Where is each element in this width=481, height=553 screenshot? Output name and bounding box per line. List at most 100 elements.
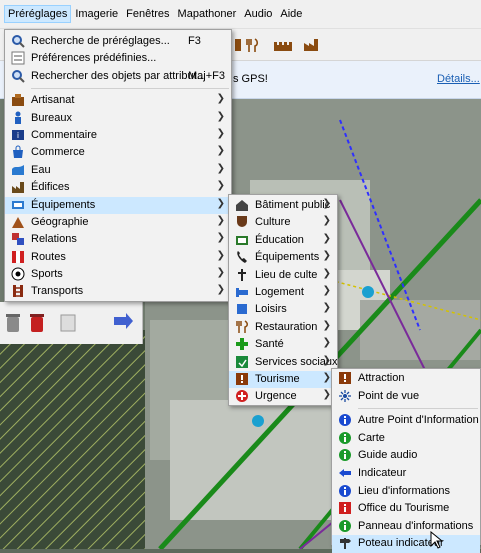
- menu-item-accommodation[interactable]: Logement ❯: [229, 284, 337, 301]
- details-link[interactable]: Détails...: [437, 73, 480, 85]
- accommodation-icon: [235, 285, 249, 299]
- menu-presets[interactable]: Préréglages: [4, 5, 72, 23]
- factory-icon[interactable]: [300, 33, 324, 57]
- public-building-icon: [235, 198, 249, 212]
- education-icon: [235, 233, 249, 247]
- leisure-icon: [235, 302, 249, 316]
- menu-item-craft[interactable]: Artisanat ❯: [5, 92, 231, 109]
- castle-icon[interactable]: [270, 33, 294, 57]
- indicator-icon: [338, 466, 352, 480]
- viewpoint-icon: [338, 389, 352, 403]
- menu-item-transport[interactable]: Transports ❯: [5, 283, 231, 300]
- menu-item-preset-preferences[interactable]: Préférences prédéfinies...: [5, 50, 231, 67]
- menu-item-facilities[interactable]: Équipements ❯: [5, 196, 231, 214]
- menu-item-social-services[interactable]: Services sociaux ❯: [229, 354, 338, 371]
- menu-item-facilities-sub[interactable]: Équipements ❯: [229, 249, 337, 266]
- menu-item-sports[interactable]: Sports ❯: [5, 266, 231, 283]
- presets-menu: Recherche de préréglages... F3 Préférenc…: [4, 29, 232, 302]
- audio-guide-icon: [338, 448, 352, 462]
- facilities-icon: [11, 198, 25, 212]
- telephone-icon: [235, 250, 249, 264]
- menu-item-water[interactable]: Eau ❯: [5, 162, 231, 179]
- restaurant-icon[interactable]: [240, 33, 264, 57]
- attraction-icon: [338, 371, 352, 385]
- menu-item-relations[interactable]: Relations ❯: [5, 231, 231, 248]
- menu-item-geography[interactable]: Géographie ❯: [5, 214, 231, 231]
- menu-item-preset-search[interactable]: Recherche de préréglages... F3: [5, 33, 231, 50]
- menu-item-audio-guide[interactable]: Guide audio: [332, 447, 480, 465]
- menu-item-offices[interactable]: Bureaux ❯: [5, 110, 231, 127]
- menu-item-search-by-attribute[interactable]: Rechercher des objets par attribut... Ma…: [5, 68, 231, 85]
- preferences-icon: [11, 51, 25, 65]
- menu-item-buildings[interactable]: Édifices ❯: [5, 179, 231, 196]
- relations-icon: [11, 232, 25, 246]
- building-icon: [11, 180, 25, 194]
- notification-message: s GPS!: [233, 73, 268, 85]
- arrow-right-icon[interactable]: [112, 312, 136, 334]
- map-node-icon[interactable]: [252, 415, 264, 427]
- menu-item-guidepost[interactable]: Poteau indicateur: [332, 535, 480, 553]
- delete-red-icon[interactable]: [27, 312, 49, 334]
- menu-item-info-place[interactable]: Lieu d'informations: [332, 483, 480, 501]
- menu-item-public-building[interactable]: Bâtiment public ❯: [229, 197, 337, 214]
- trash-icon[interactable]: [3, 312, 25, 334]
- menu-separator: [31, 88, 229, 90]
- menu-item-map[interactable]: Carte: [332, 430, 480, 448]
- map-board-icon: [338, 431, 352, 445]
- roads-icon: [11, 250, 25, 264]
- mouse-cursor-icon: [430, 531, 444, 549]
- sports-icon: [11, 267, 25, 281]
- menu-item-culture[interactable]: Culture ❯: [229, 214, 337, 231]
- tourism-menu: Attraction Point de vue Autre Point d'In…: [331, 368, 481, 553]
- menu-item-education[interactable]: Éducation ❯: [229, 232, 337, 249]
- menu-item-info-board[interactable]: Panneau d'informations: [332, 518, 480, 536]
- menu-item-shop[interactable]: Commerce ❯: [5, 144, 231, 161]
- water-icon: [11, 163, 25, 177]
- menu-audio[interactable]: Audio: [240, 5, 276, 23]
- menu-item-leisure[interactable]: Loisirs ❯: [229, 301, 337, 318]
- geography-icon: [11, 215, 25, 229]
- menu-help[interactable]: Aide: [276, 5, 306, 23]
- guidepost-icon: [338, 536, 352, 550]
- social-services-icon: [235, 355, 249, 369]
- menu-item-worship[interactable]: Lieu de culte ❯: [229, 267, 337, 284]
- office-icon: [11, 111, 25, 125]
- menu-item-other-info-point[interactable]: Autre Point d'Information: [332, 412, 480, 430]
- info-office-icon: [338, 484, 352, 498]
- menu-item-emergency[interactable]: Urgence ❯: [229, 388, 337, 405]
- menu-mapathoner[interactable]: Mapathoner: [174, 5, 241, 23]
- info-icon: [338, 413, 352, 427]
- worship-icon: [235, 268, 249, 282]
- menu-item-roads[interactable]: Routes ❯: [5, 249, 231, 266]
- menu-item-attraction[interactable]: Attraction: [332, 370, 480, 388]
- comment-icon: i: [11, 128, 25, 142]
- menu-item-tourist-office[interactable]: Office du Tourisme: [332, 500, 480, 518]
- menu-separator: [358, 408, 478, 410]
- facilities-menu: Bâtiment public ❯ Culture ❯ Éducation ❯ Équ…: [228, 194, 338, 406]
- shop-icon: [11, 145, 25, 159]
- menu-item-indicator[interactable]: Indicateur: [332, 465, 480, 483]
- health-icon: [235, 337, 249, 351]
- menu-windows[interactable]: Fenêtres: [122, 5, 173, 23]
- emergency-icon: [235, 389, 249, 403]
- info-board-icon: [338, 519, 352, 533]
- menu-item-comment[interactable]: i Commentaire ❯: [5, 127, 231, 144]
- restaurant-icon: [235, 320, 249, 334]
- tourist-office-icon: [338, 501, 352, 515]
- search-icon: [11, 69, 25, 83]
- menu-item-viewpoint[interactable]: Point de vue: [332, 388, 480, 406]
- transport-icon: [11, 284, 25, 298]
- search-icon: [11, 34, 25, 48]
- menu-item-restaurant[interactable]: Restauration ❯: [229, 319, 337, 336]
- map-node-icon[interactable]: [362, 286, 374, 298]
- craft-icon: [11, 93, 25, 107]
- culture-icon: [235, 215, 249, 229]
- menubar: Préréglages Imagerie Fenêtres Mapathoner…: [0, 0, 481, 29]
- menu-item-health[interactable]: Santé ❯: [229, 336, 337, 353]
- side-panel: [0, 302, 143, 344]
- menu-item-tourism[interactable]: Tourisme ❯: [229, 370, 337, 389]
- tourism-icon: [235, 372, 249, 386]
- svg-text:i: i: [17, 131, 19, 140]
- menu-imagery[interactable]: Imagerie: [71, 5, 122, 23]
- page-icon[interactable]: [58, 312, 80, 334]
